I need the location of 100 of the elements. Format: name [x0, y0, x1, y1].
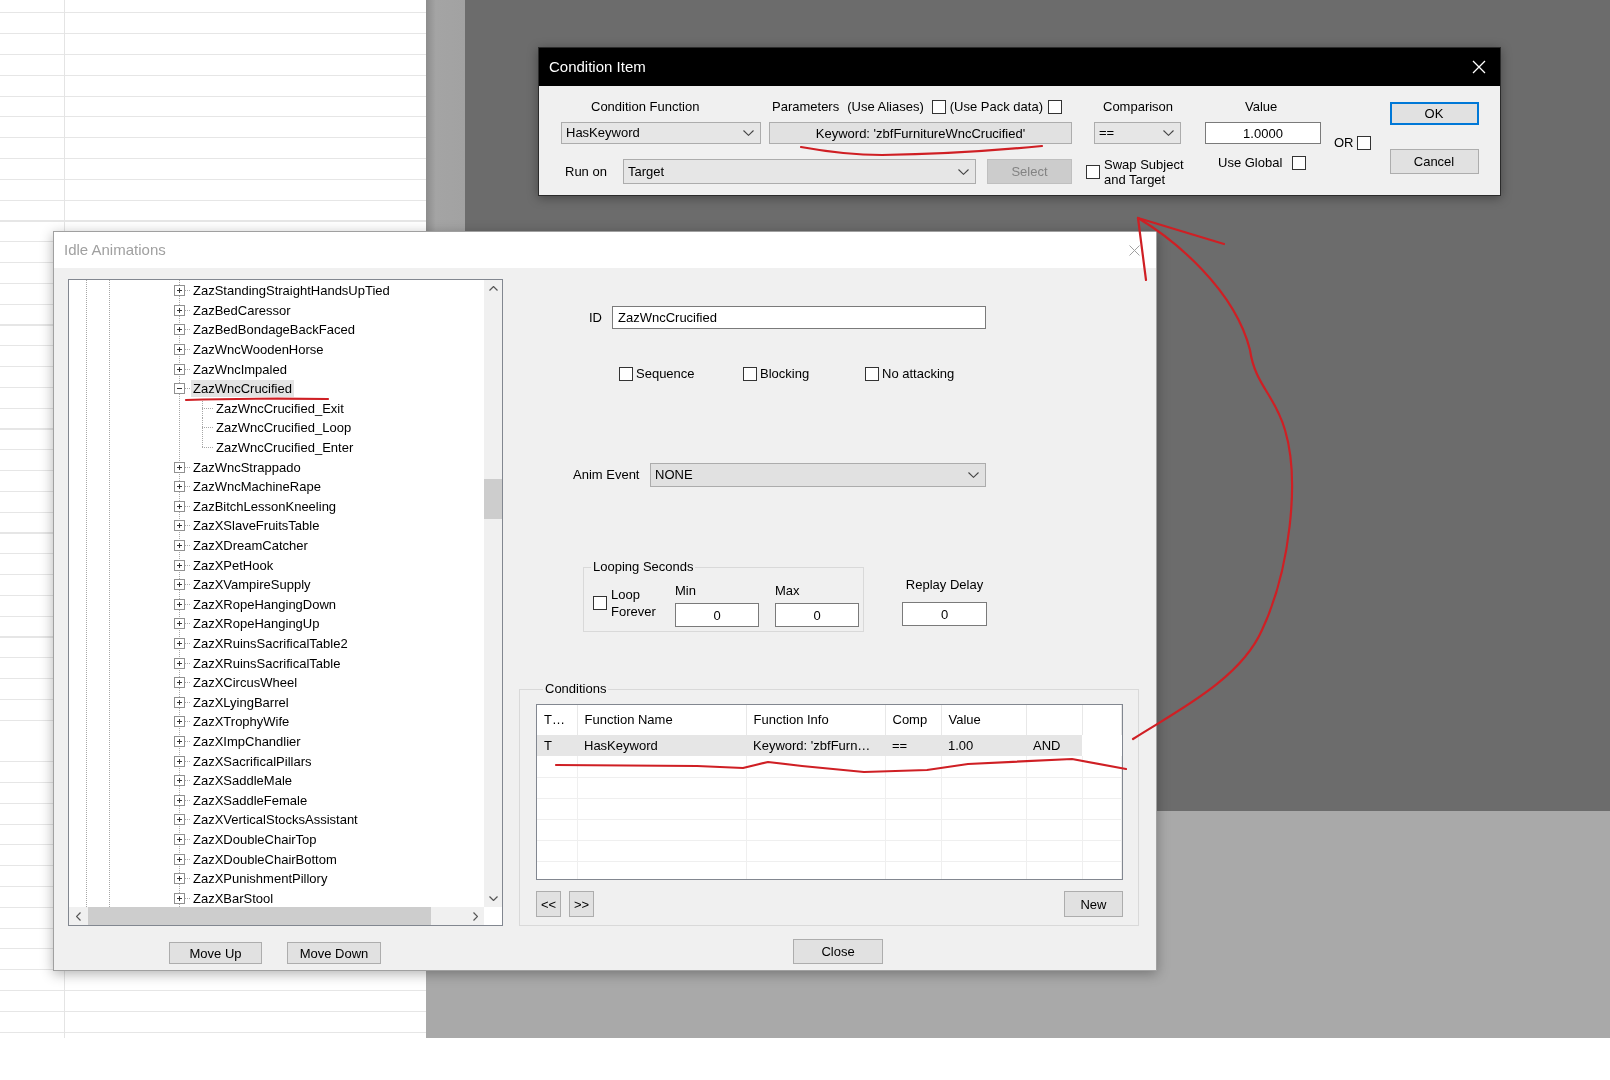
expand-icon[interactable]	[174, 285, 185, 297]
move-up-button[interactable]: Move Up	[169, 942, 262, 964]
tree-item[interactable]: ZazXRopeHangingUp	[191, 615, 322, 633]
checkbox[interactable]	[931, 100, 946, 114]
run-on-dropdown[interactable]: Target	[623, 159, 976, 184]
expand-icon[interactable]	[174, 696, 185, 708]
tree-item[interactable]: ZazWncImpaled	[191, 360, 289, 378]
checkbox[interactable]	[619, 367, 633, 381]
tree-item[interactable]: ZazXRuinsSacrificalTable2	[191, 635, 350, 652]
expand-icon[interactable]	[174, 579, 185, 591]
expand-icon[interactable]	[174, 520, 185, 532]
chevron-down-icon[interactable]	[1163, 130, 1174, 136]
horizontal-scrollbar[interactable]	[69, 907, 484, 925]
tree-item[interactable]: ZazXRopeHangingDown	[191, 595, 339, 613]
checkbox[interactable]	[1292, 155, 1307, 170]
expand-icon[interactable]	[174, 638, 185, 649]
tree-item[interactable]: ZazBitchLessonKneeling	[191, 497, 339, 515]
chevron-up-icon[interactable]	[488, 286, 498, 291]
expand-icon[interactable]	[174, 755, 185, 767]
checkbox[interactable]	[593, 596, 607, 610]
tree-item[interactable]: ZazXSaddleMale	[191, 772, 294, 790]
tree-item[interactable]: ZazWncCrucified_Loop	[214, 419, 354, 437]
tree-item[interactable]: ZazXSlaveFruitsTable	[191, 517, 322, 535]
chevron-down-icon[interactable]	[488, 896, 498, 901]
tree-item[interactable]: ZazXRuinsSacrificalTable	[191, 654, 343, 672]
dialog-button[interactable]: OK	[1389, 102, 1479, 125]
tree-item[interactable]: ZazXImpChandlier	[191, 732, 303, 750]
dialog-button[interactable]: Cancel	[1389, 149, 1479, 174]
anim-event-dropdown[interactable]: NONE	[650, 463, 986, 487]
vertical-scrollbar[interactable]	[484, 280, 502, 907]
move-down-button[interactable]: Move Down	[287, 942, 381, 964]
tree-item[interactable]: ZazWncWoodenHorse	[191, 341, 326, 359]
expand-icon[interactable]	[174, 344, 185, 356]
replay-delay-field[interactable]: 0	[902, 602, 987, 626]
expand-icon[interactable]	[174, 540, 185, 551]
expand-icon[interactable]	[174, 716, 185, 728]
max-field[interactable]: 0	[775, 603, 859, 627]
expand-icon[interactable]	[174, 814, 185, 826]
expand-icon[interactable]	[174, 892, 185, 904]
tree-item[interactable]: ZazXVerticalStocksAssistant	[191, 811, 360, 829]
id-field[interactable]: ZazWncCrucified	[612, 306, 986, 329]
expand-icon[interactable]	[174, 657, 185, 669]
scrollbar-thumb[interactable]	[484, 478, 502, 519]
tree-item[interactable]: ZazXBarStool	[191, 889, 276, 907]
tree-item[interactable]: ZazXSacrificalPillars	[191, 752, 314, 770]
expand-icon[interactable]	[174, 794, 185, 806]
condition-function-dropdown[interactable]: HasKeyword	[561, 122, 761, 144]
value-field[interactable]: 1.0000	[1205, 122, 1321, 144]
new-button[interactable]: New	[1064, 891, 1123, 917]
tree-item[interactable]: ZazStandingStraightHandsUpTied	[191, 282, 392, 300]
expand-icon[interactable]	[174, 618, 185, 630]
chevron-down-icon[interactable]	[958, 168, 969, 175]
expand-icon[interactable]	[174, 833, 185, 845]
chevron-down-icon[interactable]	[968, 472, 979, 478]
tree-item[interactable]: ZazWncMachineRape	[191, 478, 323, 496]
tree-item[interactable]: ZazWncStrappado	[191, 458, 303, 476]
checkbox[interactable]	[865, 367, 879, 381]
tree-item[interactable]: ZazWncCrucified	[191, 380, 294, 398]
tree-item[interactable]: ZazXTrophyWife	[191, 713, 292, 731]
checkbox[interactable]	[743, 367, 757, 381]
tree-item[interactable]: ZazXDoubleChairBottom	[191, 850, 339, 868]
tree-item[interactable]: ZazXDreamCatcher	[191, 537, 310, 554]
expand-icon[interactable]	[174, 481, 185, 493]
chevron-down-icon[interactable]	[743, 130, 754, 136]
parameters-button[interactable]: Keyword: 'zbfFurnitureWncCrucified'	[769, 122, 1072, 144]
tree-item[interactable]: ZazWncCrucified_Enter	[214, 439, 356, 457]
scrollbar-thumb[interactable]	[88, 907, 431, 925]
tree-item[interactable]: ZazWncCrucified_Exit	[214, 399, 346, 417]
expand-icon[interactable]	[174, 304, 185, 316]
checkbox[interactable]	[1048, 100, 1062, 114]
next-button[interactable]: >>	[569, 891, 594, 917]
tree-item[interactable]: ZazBedCaressor	[191, 301, 293, 319]
min-field[interactable]: 0	[675, 603, 759, 627]
chevron-right-icon[interactable]	[473, 911, 478, 921]
collapse-icon[interactable]	[174, 383, 185, 395]
tree-item[interactable]: ZazBedBondageBackFaced	[191, 321, 357, 339]
expand-icon[interactable]	[174, 873, 185, 885]
tree-item[interactable]: ZazXPetHook	[191, 556, 276, 574]
expand-icon[interactable]	[174, 735, 185, 747]
tree-item[interactable]: ZazXLyingBarrel	[191, 693, 291, 711]
expand-icon[interactable]	[174, 324, 185, 336]
expand-icon[interactable]	[174, 775, 185, 787]
chevron-left-icon[interactable]	[76, 911, 81, 921]
expand-icon[interactable]	[174, 500, 185, 512]
table-row[interactable]: T HasKeyword Keyword: 'zbfFurn… == 1.00 AND	[537, 735, 1122, 756]
previous-button[interactable]: <<	[536, 891, 561, 917]
checkbox[interactable]	[1086, 164, 1100, 179]
tree-item[interactable]: ZazXCircusWheel	[191, 674, 300, 692]
comparison-dropdown[interactable]: ==	[1094, 122, 1181, 144]
checkbox[interactable]	[1356, 135, 1371, 150]
expand-icon[interactable]	[174, 461, 185, 473]
expand-icon[interactable]	[174, 559, 185, 571]
expand-icon[interactable]	[174, 853, 185, 865]
close-button[interactable]: Close	[793, 939, 883, 964]
tree-item[interactable]: ZazXPunishmentPillory	[191, 870, 330, 888]
tree-item[interactable]: ZazXSaddleFemale	[191, 791, 310, 809]
expand-icon[interactable]	[174, 677, 185, 689]
tree-item[interactable]: ZazXDoubleChairTop	[191, 830, 319, 848]
tree-item[interactable]: ZazXVampireSupply	[191, 576, 313, 594]
expand-icon[interactable]	[174, 363, 185, 375]
